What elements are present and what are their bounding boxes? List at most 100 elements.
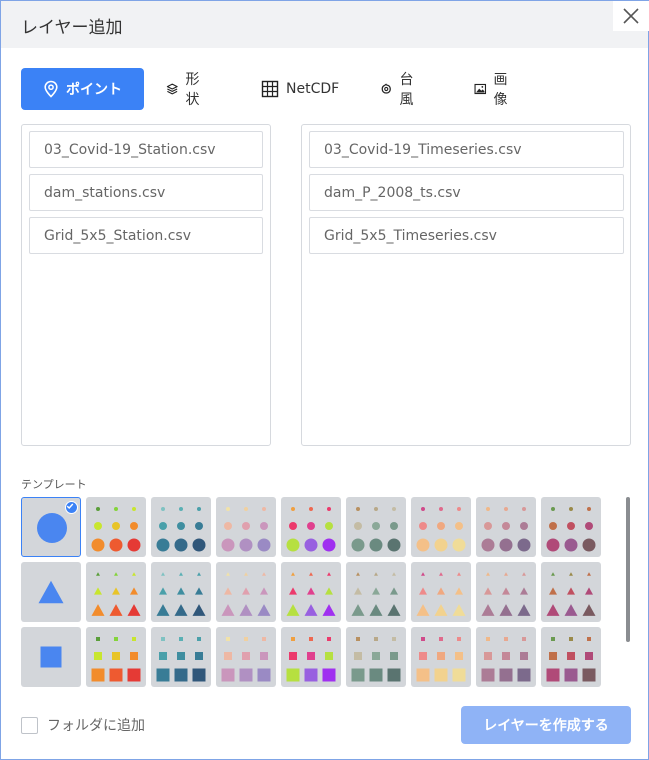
template-square-palette[interactable] [216, 627, 276, 687]
template-square-palette[interactable] [346, 627, 406, 687]
template-triangle-palette[interactable] [346, 562, 406, 622]
triangle-swatch-mark [260, 587, 268, 595]
triangle-swatch-mark [587, 572, 591, 576]
template-circle-palette[interactable] [346, 497, 406, 557]
template-circle-default[interactable] [21, 497, 81, 557]
tab-netcdf[interactable]: NetCDF [261, 68, 339, 110]
circle-swatch-mark [486, 507, 490, 511]
square-swatch-mark [114, 637, 118, 641]
triangle-swatch-mark [130, 587, 138, 595]
square-swatch-mark [244, 637, 248, 641]
circle-swatch-mark [260, 522, 268, 530]
add-to-folder-checkbox[interactable] [21, 716, 38, 734]
create-layer-button[interactable]: レイヤーを作成する [461, 706, 631, 744]
template-circle-palette[interactable] [476, 497, 536, 557]
template-square-palette[interactable] [86, 627, 146, 687]
template-triangle-palette[interactable] [86, 562, 146, 622]
timeseries-file-item[interactable]: dam_P_2008_ts.csv [309, 174, 624, 211]
triangle-swatch-mark [242, 587, 250, 595]
triangle-swatch-mark [457, 572, 461, 576]
square-swatch-mark [221, 668, 235, 682]
template-triangle-palette[interactable] [476, 562, 536, 622]
template-triangle-default[interactable] [21, 562, 81, 622]
circle-swatch-mark [161, 507, 165, 511]
triangle-swatch-mark [159, 587, 167, 595]
close-icon [623, 8, 639, 24]
template-circle-palette[interactable] [541, 497, 601, 557]
circle-swatch-mark [457, 507, 461, 511]
triangle-swatch-mark [161, 572, 165, 576]
template-square-palette[interactable] [281, 627, 341, 687]
template-triangle-palette[interactable] [281, 562, 341, 622]
template-circle-palette[interactable] [216, 497, 276, 557]
template-circle-palette[interactable] [411, 497, 471, 557]
circle-swatch-mark [179, 507, 183, 511]
station-file-item[interactable]: Grid_5x5_Station.csv [29, 217, 263, 254]
circle-swatch-mark [257, 538, 271, 552]
triangle-swatch-mark [221, 604, 235, 616]
grid-icon [261, 80, 279, 98]
circle-swatch-mark [504, 507, 508, 511]
template-triangle-palette[interactable] [541, 562, 601, 622]
template-circle-palette[interactable] [86, 497, 146, 557]
circle-swatch-mark [567, 522, 575, 530]
station-file-item[interactable]: 03_Covid-19_Station.csv [29, 131, 263, 168]
tab-shape[interactable]: 形状 [166, 68, 205, 110]
circle-swatch-mark [309, 507, 313, 511]
template-square-palette[interactable] [411, 627, 471, 687]
circle-swatch-mark [587, 507, 591, 511]
template-square-palette[interactable] [151, 627, 211, 687]
square-swatch-mark [587, 637, 591, 641]
circle-swatch-mark [109, 538, 123, 552]
square-swatch-mark [156, 668, 170, 682]
circle-swatch-mark [481, 538, 495, 552]
circle-swatch-mark [522, 507, 526, 511]
template-circle-palette[interactable] [281, 497, 341, 557]
square-swatch-mark [517, 668, 531, 682]
template-triangle-palette[interactable] [151, 562, 211, 622]
square-swatch-mark [192, 668, 206, 682]
square-swatch-mark [387, 668, 401, 682]
timeseries-file-list: 03_Covid-19_Timeseries.csv dam_P_2008_ts… [301, 124, 631, 446]
circle-swatch-mark [434, 538, 448, 552]
triangle-swatch-mark [522, 572, 526, 576]
template-triangle-palette[interactable] [411, 562, 471, 622]
timeseries-file-item[interactable]: Grid_5x5_Timeseries.csv [309, 217, 624, 254]
template-circle-palette[interactable] [151, 497, 211, 557]
tab-point[interactable]: ポイント [21, 68, 144, 110]
add-to-folder: フォルダに追加 [21, 715, 145, 735]
square-swatch-mark [159, 652, 167, 660]
template-square-palette[interactable] [476, 627, 536, 687]
close-button[interactable] [613, 1, 649, 31]
template-scrollbar[interactable] [626, 497, 630, 642]
square-swatch-mark [434, 668, 448, 682]
timeseries-file-item[interactable]: 03_Covid-19_Timeseries.csv [309, 131, 624, 168]
typhoon-icon [381, 83, 391, 94]
square-swatch-mark [564, 668, 578, 682]
template-square-default[interactable] [21, 627, 81, 687]
square-swatch-mark [455, 652, 463, 660]
square-swatch-mark [242, 652, 250, 660]
triangle-swatch-mark [304, 604, 318, 616]
tab-typhoon[interactable]: 台風 [380, 68, 419, 110]
square-swatch-mark [40, 646, 62, 668]
template-triangle-palette[interactable] [216, 562, 276, 622]
triangle-swatch-mark [94, 587, 102, 595]
station-file-item[interactable]: dam_stations.csv [29, 174, 263, 211]
triangle-swatch-mark [38, 580, 64, 604]
tab-image[interactable]: 画像 [474, 68, 513, 110]
square-swatch-mark [112, 652, 120, 660]
circle-swatch-mark [520, 522, 528, 530]
template-square-palette[interactable] [541, 627, 601, 687]
circle-swatch-mark [419, 522, 427, 530]
square-swatch-mark [567, 652, 575, 660]
triangle-swatch-mark [286, 604, 300, 616]
square-swatch-mark [522, 637, 526, 641]
square-swatch-mark [286, 668, 300, 682]
circle-swatch-mark [224, 522, 232, 530]
triangle-swatch-mark [387, 604, 401, 616]
add-to-folder-label: フォルダに追加 [47, 718, 145, 734]
square-swatch-mark [499, 668, 513, 682]
square-swatch-mark [419, 652, 427, 660]
square-swatch-mark [457, 637, 461, 641]
